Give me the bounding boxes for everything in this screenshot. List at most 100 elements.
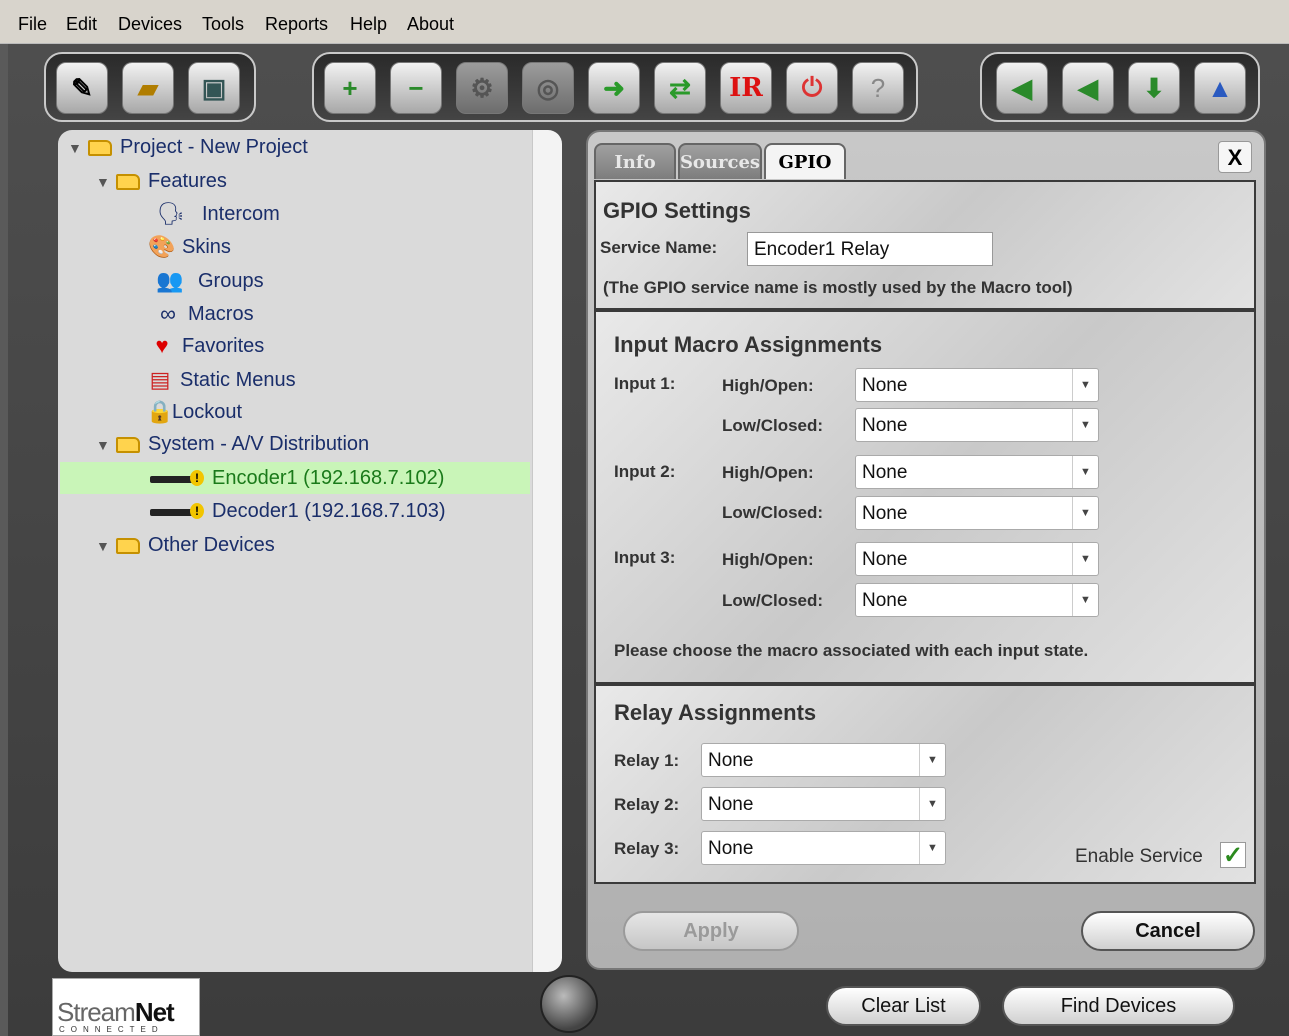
chevron-down-icon[interactable]: ▼ [919, 788, 945, 820]
menu-devices[interactable]: Devices [118, 14, 182, 35]
palette-icon: 🎨 [148, 234, 176, 259]
chevron-down-icon[interactable]: ▼ [1072, 409, 1098, 441]
file-toolbar: ✎ ▰ ▣ [44, 52, 256, 122]
relay-3-select[interactable]: None ▼ [701, 831, 946, 865]
tree-features[interactable]: ▼ Features [96, 170, 227, 193]
download-icon[interactable]: ⬇ [1128, 62, 1180, 114]
menu-file[interactable]: File [18, 14, 47, 35]
input-2-low-label: Low/Closed: [722, 503, 824, 522]
input-3-low-select[interactable]: None ▼ [855, 583, 1099, 617]
open-project-icon[interactable]: ▰ [122, 62, 174, 114]
cancel-button[interactable]: Cancel [1081, 911, 1255, 951]
tree-item-label: Lockout [172, 400, 243, 423]
find-devices-button[interactable]: Find Devices [1002, 986, 1235, 1026]
tree-project[interactable]: ▼ Project - New Project [68, 136, 308, 159]
add-device-icon[interactable]: + [324, 62, 376, 114]
status-orb-icon[interactable] [540, 975, 598, 1033]
chevron-down-icon[interactable]: ▼ [919, 832, 945, 864]
service-name-input[interactable]: Encoder1 Relay [747, 232, 993, 266]
save-icon[interactable]: ▣ [188, 62, 240, 114]
intercom-icon: 🗣 [157, 201, 185, 226]
apply-button[interactable]: Apply [623, 911, 799, 951]
select-value: None [708, 750, 754, 771]
tree-item-favorites[interactable]: ♥ Favorites [148, 332, 264, 360]
relay-2-select[interactable]: None ▼ [701, 787, 946, 821]
expand-arrow-icon[interactable]: ▼ [96, 174, 110, 190]
relay-1-select[interactable]: None ▼ [701, 743, 946, 777]
tree-scrollbar[interactable] [532, 130, 562, 972]
tree-system-label: System - A/V Distribution [148, 433, 370, 455]
expand-arrow-icon[interactable]: ▼ [96, 538, 110, 554]
remove-device-icon[interactable]: − [390, 62, 442, 114]
ir-icon[interactable]: IR [720, 62, 772, 114]
chevron-down-icon[interactable]: ▼ [1072, 497, 1098, 529]
fingerprint-icon[interactable]: ◎ [522, 62, 574, 114]
back-icon[interactable]: ◀ [996, 62, 1048, 114]
select-value: None [862, 415, 908, 436]
tree-item-label: Macros [188, 302, 254, 325]
input-1-low-select[interactable]: None ▼ [855, 408, 1099, 442]
wizard-icon[interactable]: ▲ [1194, 62, 1246, 114]
power-icon[interactable]: ⏻ [786, 62, 838, 114]
select-value: None [708, 838, 754, 859]
input-macro-title: Input Macro Assignments [614, 332, 883, 357]
tree-item-groups[interactable]: 👥 Groups [148, 267, 264, 295]
chevron-down-icon[interactable]: ▼ [1072, 369, 1098, 401]
network-icon[interactable]: ➜ [588, 62, 640, 114]
tree-item-decoder[interactable]: ! Decoder1 (192.168.7.103) [150, 500, 446, 523]
chevron-down-icon[interactable]: ▼ [1072, 584, 1098, 616]
new-project-icon[interactable]: ✎ [56, 62, 108, 114]
menu-edit[interactable]: Edit [66, 14, 97, 35]
folder-icon [116, 436, 140, 453]
lock-icon: 🔒 [146, 399, 174, 424]
menu-about[interactable]: About [407, 14, 454, 35]
help-icon[interactable]: ? [852, 62, 904, 114]
enable-service-checkbox[interactable]: ✓ [1220, 842, 1246, 869]
service-name-note: (The GPIO service name is mostly used by… [603, 278, 1073, 297]
tree-other-label: Other Devices [148, 534, 275, 556]
chevron-down-icon[interactable]: ▼ [1072, 543, 1098, 575]
input-macro-note: Please choose the macro associated with … [614, 641, 1089, 660]
tab-gpio[interactable]: GPIO [764, 143, 846, 179]
input-1-low-label: Low/Closed: [722, 416, 824, 435]
tree-item-label: Favorites [182, 334, 265, 357]
tree-item-label: Decoder1 (192.168.7.103) [212, 500, 446, 522]
refresh-icon[interactable]: ⇄ [654, 62, 706, 114]
chevron-down-icon[interactable]: ▼ [1072, 456, 1098, 488]
expand-arrow-icon[interactable]: ▼ [96, 437, 110, 453]
menu-tools[interactable]: Tools [202, 14, 244, 35]
input-2-low-select[interactable]: None ▼ [855, 496, 1099, 530]
input-3-high-select[interactable]: None ▼ [855, 542, 1099, 576]
menu-help[interactable]: Help [350, 14, 387, 35]
chevron-down-icon[interactable]: ▼ [919, 744, 945, 776]
close-button[interactable]: X [1218, 141, 1252, 173]
logo-text-b: Net [134, 997, 175, 1027]
tab-info[interactable]: Info [594, 143, 676, 179]
tree-item-intercom[interactable]: 🗣 Intercom [146, 200, 280, 228]
tree-item-label: Groups [198, 269, 264, 292]
tree-system[interactable]: ▼ System - A/V Distribution [96, 433, 369, 456]
input-2-high-select[interactable]: None ▼ [855, 455, 1099, 489]
tree-item-macros[interactable]: ∞ Macros [154, 300, 254, 328]
tree-item-encoder[interactable]: ! Encoder1 (192.168.7.102) [150, 467, 444, 490]
input-1-high-label: High/Open: [722, 376, 814, 395]
menu-bar: File Edit Devices Tools Reports Help Abo… [0, 0, 1289, 44]
clear-list-button[interactable]: Clear List [826, 986, 981, 1026]
heart-icon: ♥ [155, 333, 169, 358]
menu-reports[interactable]: Reports [265, 14, 328, 35]
service-name-label: Service Name: [600, 238, 718, 257]
select-value: None [862, 462, 908, 483]
tree-item-lockout[interactable]: 🔒 Lockout [146, 398, 242, 426]
tree-item-label: Encoder1 (192.168.7.102) [212, 467, 445, 489]
tree-project-label: Project - New Project [120, 136, 308, 158]
tree-item-static-menus[interactable]: ▤ Static Menus [146, 366, 296, 394]
disabled-device-icon[interactable]: ⚙ [456, 62, 508, 114]
tree-item-skins[interactable]: 🎨 Skins [148, 233, 231, 261]
nav-toolbar: ◀ ◀ ⬇ ▲ [980, 52, 1260, 122]
forward-icon[interactable]: ◀ [1062, 62, 1114, 114]
encoder-warning-icon: ! [150, 469, 204, 486]
expand-arrow-icon[interactable]: ▼ [68, 140, 82, 156]
tree-other-devices[interactable]: ▼ Other Devices [96, 534, 275, 557]
input-1-high-select[interactable]: None ▼ [855, 368, 1099, 402]
tab-sources[interactable]: Sources [678, 143, 762, 179]
